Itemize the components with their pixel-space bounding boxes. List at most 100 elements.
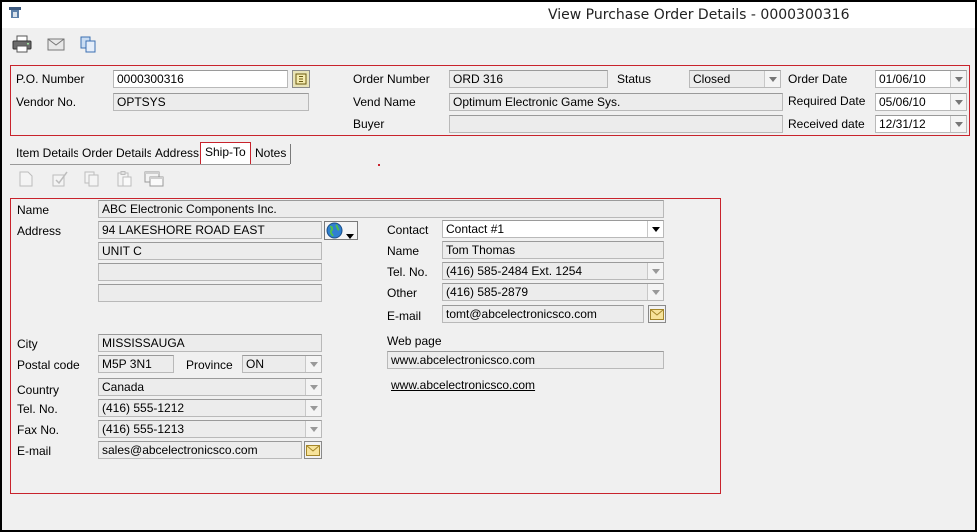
contact-tel-dropdown[interactable]: (416) 585-2484 Ext. 1254 [442, 262, 664, 280]
chevron-down-icon[interactable] [305, 356, 321, 372]
chevron-down-icon[interactable] [305, 400, 321, 416]
fax-no-dropdown[interactable]: (416) 555-1213 [98, 420, 322, 438]
received-date-label: Received date [788, 117, 865, 131]
email-label: E-mail [17, 444, 52, 458]
purchase-order-window: View Purchase Order Details - 0000300316… [0, 0, 977, 532]
chevron-down-icon[interactable] [647, 263, 663, 279]
order-date-picker[interactable]: 01/06/10 [875, 70, 967, 88]
required-date-label: Required Date [788, 94, 866, 108]
status-dropdown[interactable]: Closed [689, 70, 781, 88]
po-header-panel: P.O. Number 0000300316 Vendor No. OPTSYS… [10, 65, 970, 136]
contact-email-field[interactable]: tomt@abcelectronicsco.com [442, 305, 644, 323]
address-label: Address [17, 224, 62, 238]
country-value: Canada [102, 380, 145, 394]
tab-order-details[interactable]: Order Details [78, 144, 158, 164]
chevron-down-icon[interactable] [764, 71, 780, 87]
web-page-link[interactable]: www.abcelectronicsco.com [391, 378, 535, 392]
city-label: City [17, 337, 38, 351]
required-date-picker[interactable]: 05/06/10 [875, 93, 967, 111]
tab-address[interactable]: Address [151, 144, 205, 164]
ship-to-panel: Name ABC Electronic Components Inc. Addr… [10, 198, 721, 494]
email-field[interactable]: sales@abcelectronicsco.com [98, 441, 302, 459]
printer-icon[interactable] [12, 34, 32, 54]
contact-email-label: E-mail [387, 309, 422, 323]
tab-divider [10, 164, 290, 165]
order-date-label: Order Date [788, 72, 848, 86]
chevron-down-icon [346, 228, 354, 242]
contact-value: Contact #1 [446, 222, 505, 236]
city-field[interactable]: MISSISSAUGA [98, 334, 322, 352]
contact-dropdown[interactable]: Contact #1 [442, 220, 664, 238]
fax-no-value: (416) 555-1213 [102, 422, 185, 436]
address-line-2[interactable]: UNIT C [98, 242, 322, 260]
province-label: Province [186, 358, 233, 372]
vendor-no-field[interactable]: OPTSYS [113, 93, 309, 111]
country-label: Country [17, 383, 60, 397]
contact-name-label: Name [387, 244, 420, 258]
marker [378, 164, 380, 166]
window-icon[interactable] [144, 168, 164, 190]
chevron-down-icon[interactable] [647, 284, 663, 300]
tab-notes[interactable]: Notes [251, 144, 292, 164]
chevron-down-icon[interactable] [950, 71, 966, 87]
new-icon[interactable] [16, 168, 36, 190]
buyer-field[interactable] [449, 115, 783, 133]
vend-name-field[interactable]: Optimum Electronic Game Sys. [449, 93, 783, 111]
chevron-down-icon[interactable] [950, 116, 966, 132]
contact-tel-label: Tel. No. [387, 265, 428, 279]
po-number-label: P.O. Number [16, 72, 85, 86]
contact-other-label: Other [387, 286, 418, 300]
chevron-down-icon[interactable] [647, 221, 663, 237]
web-page-field[interactable]: www.abcelectronicsco.com [387, 351, 664, 369]
web-page-label: Web page [387, 334, 442, 348]
copy-record-icon[interactable] [82, 168, 102, 190]
province-value: ON [246, 357, 264, 371]
globe-icon [326, 222, 343, 242]
chevron-down-icon[interactable] [950, 94, 966, 110]
envelope-icon[interactable] [46, 34, 66, 54]
postal-code-label: Postal code [17, 358, 80, 372]
status-value: Closed [693, 72, 731, 86]
send-email-icon[interactable] [648, 305, 666, 323]
contact-label: Contact [387, 223, 429, 237]
lookup-icon[interactable] [292, 70, 310, 88]
country-dropdown[interactable]: Canada [98, 378, 322, 396]
edit-icon[interactable] [50, 168, 70, 190]
address-line-3[interactable] [98, 263, 322, 281]
tel-no-dropdown[interactable]: (416) 555-1212 [98, 399, 322, 417]
paste-icon[interactable] [114, 168, 134, 190]
contact-name-field[interactable]: Tom Thomas [442, 241, 664, 259]
order-date-value: 01/06/10 [879, 72, 926, 86]
received-date-picker[interactable]: 12/31/12 [875, 115, 967, 133]
tel-no-value: (416) 555-1212 [102, 401, 185, 415]
app-icon [8, 6, 22, 20]
required-date-value: 05/06/10 [879, 95, 926, 109]
copy-icon[interactable] [78, 34, 98, 54]
title-bar: View Purchase Order Details - 0000300316 [2, 2, 975, 28]
vendor-no-label: Vendor No. [16, 95, 77, 109]
map-lookup-button[interactable] [324, 221, 358, 240]
province-dropdown[interactable]: ON [242, 355, 322, 373]
status-label: Status [617, 72, 652, 86]
received-date-value: 12/31/12 [879, 117, 926, 131]
contact-other-value: (416) 585-2879 [446, 285, 529, 299]
main-toolbar [2, 28, 975, 60]
tel-no-label: Tel. No. [17, 402, 58, 416]
send-email-icon[interactable] [304, 441, 322, 459]
contact-other-dropdown[interactable]: (416) 585-2879 [442, 283, 664, 301]
chevron-down-icon[interactable] [305, 421, 321, 437]
order-number-label: Order Number [353, 72, 430, 86]
chevron-down-icon[interactable] [305, 379, 321, 395]
tab-item-details[interactable]: Item Details [12, 144, 85, 164]
address-line-4[interactable] [98, 284, 322, 302]
tab-ship-to[interactable]: Ship-To [200, 142, 251, 164]
fax-no-label: Fax No. [17, 423, 60, 437]
order-number-field[interactable]: ORD 316 [449, 70, 608, 88]
vend-name-label: Vend Name [353, 95, 416, 109]
po-number-field[interactable]: 0000300316 [113, 70, 288, 88]
address-line-1[interactable]: 94 LAKESHORE ROAD EAST [98, 221, 322, 239]
name-field[interactable]: ABC Electronic Components Inc. [98, 200, 664, 218]
postal-code-field[interactable]: M5P 3N1 [98, 355, 174, 373]
buyer-label: Buyer [353, 117, 385, 131]
name-label: Name [17, 203, 50, 217]
